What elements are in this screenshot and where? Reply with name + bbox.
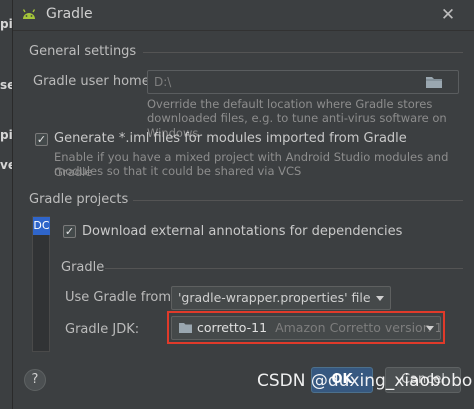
chevron-down-icon [376,296,384,301]
download-annotations-checkbox[interactable]: ✓ [63,225,76,238]
section-divider [143,52,463,53]
folder-icon[interactable] [425,75,443,89]
use-gradle-from-dropdown[interactable]: 'gradle-wrapper.properties' file [171,286,391,310]
user-home-hint-line-1: Override the default location where Grad… [147,97,433,111]
project-list-item[interactable]: DC [33,217,50,235]
use-gradle-from-label: Use Gradle from: [65,290,176,305]
section-divider [105,268,463,269]
gradle-projects-heading: Gradle projects [29,192,129,207]
download-annotations-label[interactable]: Download external annotations for depend… [82,224,402,239]
generate-iml-checkbox[interactable]: ✓ [35,133,48,146]
section-divider [133,200,463,201]
projects-list[interactable]: DC [32,216,50,352]
watermark-text: CSDN @duxing_xiaobobo [257,371,473,391]
android-icon [22,9,36,19]
gradle-user-home-value: D:\ [154,75,172,89]
gradle-dialog: Gradle ✕ General settings Gradle user ho… [12,0,474,409]
generate-iml-label[interactable]: Generate *.iml files for modules importe… [54,131,407,146]
gradle-subsection-heading: Gradle [61,260,105,275]
iml-hint-line-2: modules so that it could be shared via V… [54,164,302,178]
gradle-jdk-label: Gradle JDK: [65,322,140,337]
window-title: Gradle [46,6,93,22]
general-settings-heading: General settings [29,44,137,59]
close-icon[interactable]: ✕ [437,4,459,26]
jdk-highlight-annotation [167,311,445,344]
gradle-user-home-label: Gradle user home: [33,74,155,89]
title-bar[interactable]: Gradle ✕ [13,0,474,31]
gradle-user-home-field[interactable]: D:\ [147,70,459,94]
use-gradle-from-value: 'gradle-wrapper.properties' file [178,290,371,305]
help-button[interactable]: ? [24,369,46,391]
